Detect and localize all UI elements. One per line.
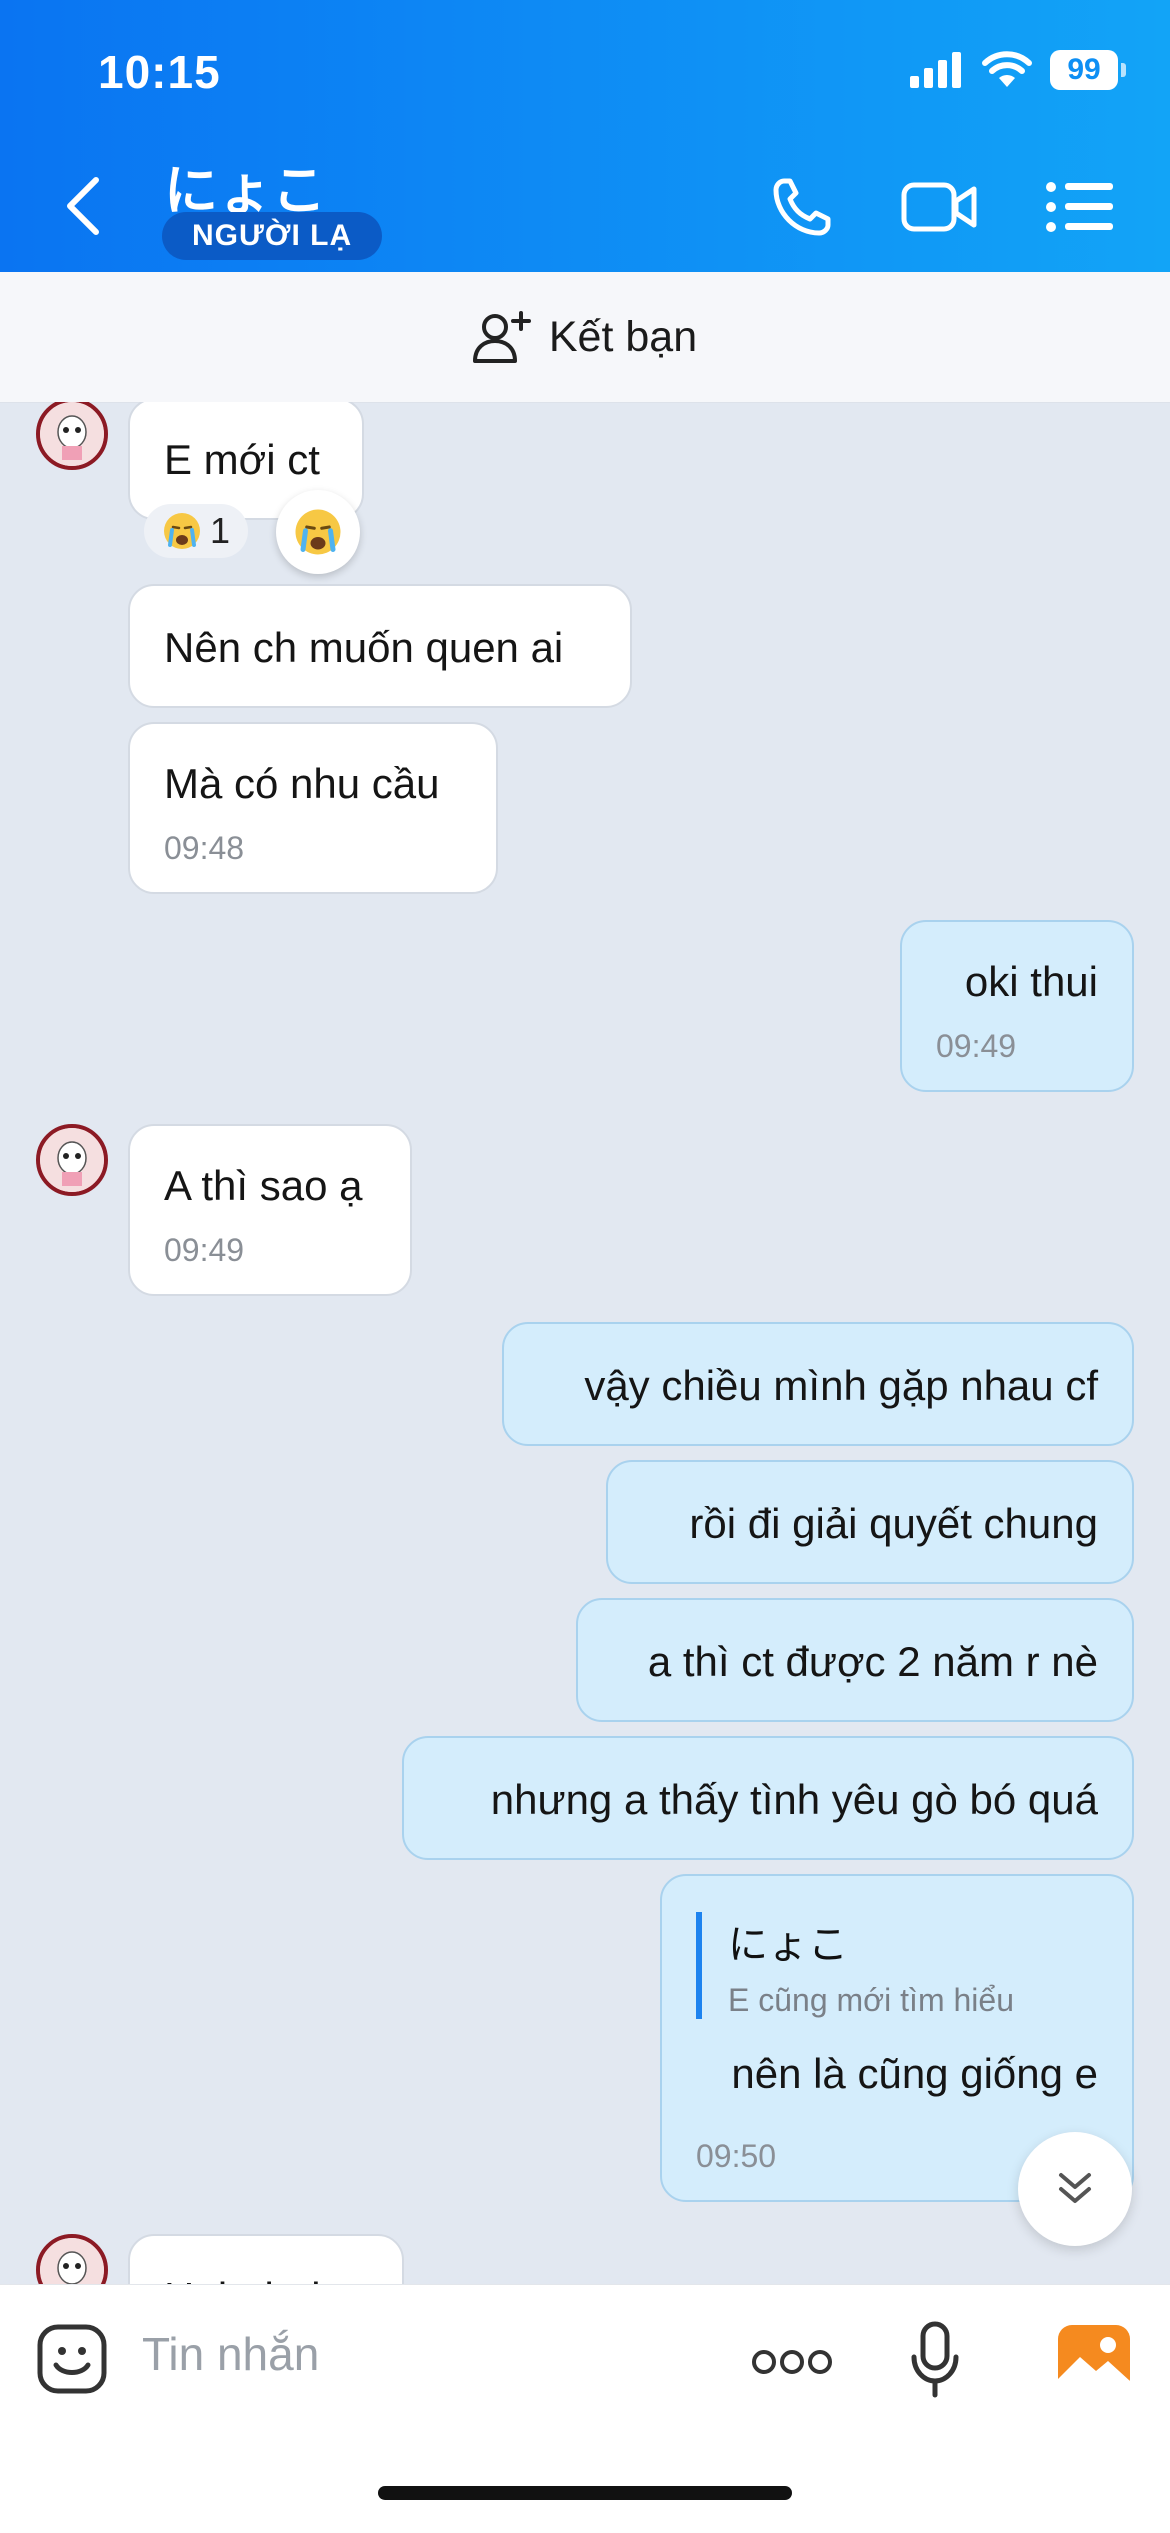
image-gallery-icon: [1058, 2325, 1130, 2393]
crying-emoji-icon: [163, 513, 200, 549]
message-text: nhưng a thấy tình yêu gò bó quá: [490, 1776, 1098, 1823]
add-friend-icon: [472, 311, 531, 363]
message-bubble-incoming[interactable]: Hahahaha: [128, 2234, 404, 2284]
message-text: a thì ct được 2 năm r nè: [647, 1638, 1098, 1685]
phone-icon: [773, 178, 831, 236]
avatar-image: [40, 2238, 104, 2284]
wifi-icon: [982, 51, 1032, 87]
add-reaction-button[interactable]: [276, 490, 360, 574]
status-icons: 99: [910, 50, 1126, 90]
scroll-to-bottom-button[interactable]: [1018, 2132, 1132, 2246]
message-text: A thì sao ạ: [164, 1162, 363, 1209]
avatar-image: [40, 402, 104, 466]
message-text: Mà có nhu cầu: [164, 760, 440, 807]
back-button[interactable]: [62, 176, 106, 236]
home-indicator: [378, 2486, 792, 2500]
avatar-image: [40, 1128, 104, 1192]
message-text: E mới ct: [164, 436, 320, 483]
sticker-icon: [37, 2324, 107, 2394]
contact-avatar[interactable]: [36, 402, 108, 470]
reaction-summary[interactable]: 1: [144, 504, 248, 558]
quoted-message[interactable]: にょこ E cũng mới tìm hiểu: [696, 1912, 1014, 2019]
message-text: oki thui: [964, 958, 1098, 1005]
message-bubble-outgoing[interactable]: rồi đi giải quyết chung: [606, 1460, 1134, 1584]
menu-list-icon: [1046, 182, 1113, 232]
add-friend-bar[interactable]: Kết bạn: [0, 272, 1170, 403]
stranger-badge: NGƯỜI LẠ: [162, 212, 383, 260]
message-time: 09:48: [164, 830, 245, 866]
voice-message-button[interactable]: [910, 2321, 960, 2399]
message-text: Nên ch muốn quen ai: [164, 624, 564, 671]
reaction-count: 1: [209, 510, 231, 551]
image-button[interactable]: [1056, 2323, 1132, 2395]
message-bubble-outgoing[interactable]: a thì ct được 2 năm r nè: [576, 1598, 1134, 1722]
video-call-icon: [901, 182, 977, 232]
crying-emoji-icon: [295, 509, 341, 555]
message-time: 09:50: [696, 2138, 777, 2174]
back-chevron-icon: [67, 177, 99, 235]
more-options-button[interactable]: [750, 2347, 834, 2377]
status-time: 10:15: [98, 46, 221, 98]
message-time: 09:49: [936, 1028, 1017, 1064]
message-list[interactable]: E mới ct 1 Nên ch muốn quen ai Mà có nhu…: [0, 402, 1170, 2284]
double-chevron-down-icon: [1059, 2173, 1091, 2203]
quoted-text: E cũng mới tìm hiểu: [728, 1982, 1014, 2018]
microphone-icon: [911, 2321, 959, 2398]
contact-avatar[interactable]: [36, 2234, 108, 2284]
chat-header: 10:15 99 にょこ NGƯỜI LẠ: [0, 0, 1170, 272]
message-text: vậy chiều mình gặp nhau cf: [584, 1362, 1098, 1409]
quoted-sender: にょこ: [728, 1923, 848, 1967]
message-bubble-outgoing[interactable]: oki thui 09:49: [900, 920, 1134, 1092]
menu-button[interactable]: [1040, 172, 1120, 242]
contact-avatar[interactable]: [36, 1124, 108, 1196]
message-input[interactable]: Tin nhắn: [142, 2327, 319, 2381]
message-text: Hahahaha: [164, 2274, 358, 2284]
message-bubble-incoming[interactable]: A thì sao ạ 09:49: [128, 1124, 412, 1296]
battery-indicator: 99: [1050, 50, 1126, 90]
sticker-button[interactable]: [36, 2323, 108, 2395]
message-text: nên là cũng giống e: [731, 2050, 1098, 2097]
video-call-button[interactable]: [900, 172, 980, 242]
add-friend-label: Kết bạn: [548, 312, 698, 361]
more-icon: [752, 2350, 832, 2374]
message-bubble-incoming[interactable]: Mà có nhu cầu 09:48: [128, 722, 498, 894]
message-text: rồi đi giải quyết chung: [689, 1500, 1098, 1547]
message-bubble-incoming[interactable]: Nên ch muốn quen ai: [128, 584, 632, 708]
voice-call-button[interactable]: [762, 172, 842, 242]
cellular-signal-icon: [910, 52, 961, 88]
message-bubble-outgoing[interactable]: vậy chiều mình gặp nhau cf: [502, 1322, 1134, 1446]
message-time: 09:49: [164, 1232, 245, 1268]
message-bubble-outgoing[interactable]: nhưng a thấy tình yêu gò bó quá: [402, 1736, 1134, 1860]
